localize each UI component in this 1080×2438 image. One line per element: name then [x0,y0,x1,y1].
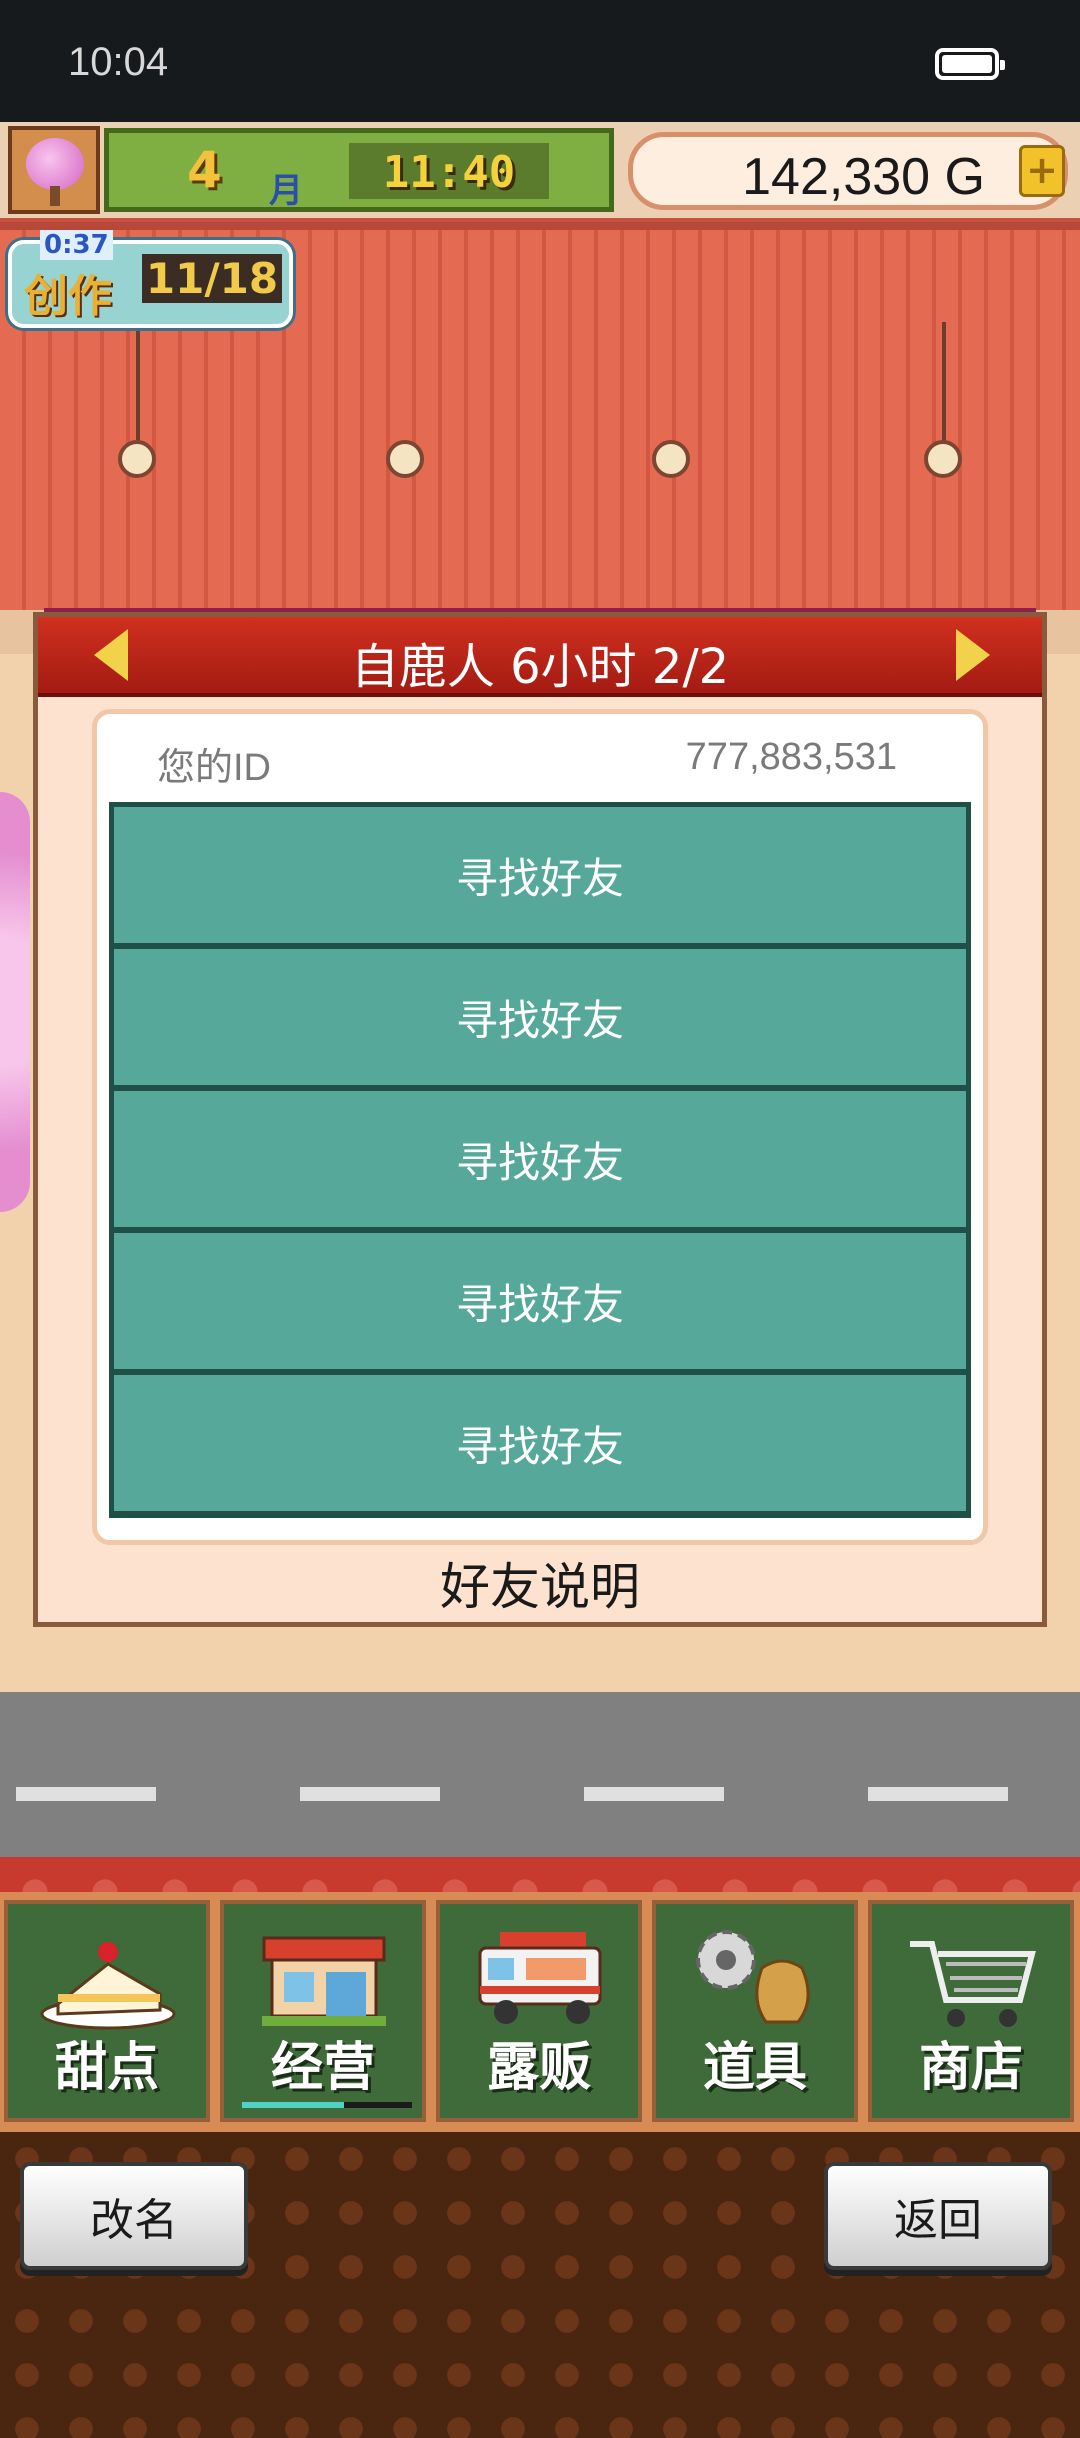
month-number: 4 [187,141,222,199]
date-panel: 4 月 11:40 [104,128,614,212]
friend-help-link[interactable]: 好友说明 [38,1547,1042,1619]
bottom-bar: 改名 返回 [0,2132,1080,2438]
dialog-title: 自鹿人 6小时 2/2 [350,639,730,695]
add-money-button[interactable]: + [1019,145,1065,197]
creation-badge[interactable]: 0:37 创作 11/18 [8,230,293,328]
next-arrow-icon[interactable] [956,629,990,681]
lamp-icon [118,440,156,478]
top-hud: 4 月 11:40 142,330 G + [0,122,1080,218]
battery-icon [935,48,1005,80]
cart-icon [910,1941,1036,2027]
shop-icon [262,1936,386,2026]
creation-label: 创作 [24,271,112,322]
tab-label: 道具 [702,2038,807,2098]
cherry-tree-icon[interactable] [8,126,100,214]
friend-dialog: 自鹿人 6小时 2/2 您的ID 777,883,531 寻找好友 寻找好友 寻… [33,612,1047,1627]
game-clock: 11:40 [349,143,549,199]
creation-timer: 0:37 [40,230,113,260]
friend-list: 寻找好友 寻找好友 寻找好友 寻找好友 寻找好友 [109,802,971,1518]
status-time: 10:04 [68,40,169,84]
status-bar: 10:04 [0,0,1080,122]
cherry-tree [0,792,30,1212]
find-friend-button[interactable]: 寻找好友 [114,1375,966,1511]
friend-panel: 您的ID 777,883,531 寻找好友 寻找好友 寻找好友 寻找好友 寻找好… [92,709,988,1545]
road [0,1692,1080,1857]
find-friend-button[interactable]: 寻找好友 [114,807,966,943]
back-button[interactable]: 返回 [824,2162,1052,2270]
money-amount: 142,330 G [742,148,985,206]
lamp-icon [924,440,962,478]
tab-label: 甜点 [54,2038,159,2098]
id-label: 您的ID [157,747,272,789]
tab-dessert[interactable]: 甜点 [4,1900,210,2122]
gear-bag-icon [696,1930,810,2024]
creation-count: 11/18 [142,254,282,303]
food-truck-icon [478,1932,602,2024]
dialog-header: 自鹿人 6小时 2/2 [38,617,1042,697]
cake-icon [40,1942,176,2030]
find-friend-button[interactable]: 寻找好友 [114,1233,966,1369]
money-panel: 142,330 G + [628,132,1068,210]
tab-food-truck[interactable]: 露贩 [436,1900,642,2122]
tab-label: 露贩 [486,2038,591,2098]
rename-button[interactable]: 改名 [20,2162,248,2270]
tab-store[interactable]: 商店 [868,1900,1074,2122]
tab-business[interactable]: 经营 [220,1900,426,2122]
find-friend-button[interactable]: 寻找好友 [114,1091,966,1227]
red-carpet [0,1857,1080,1892]
tab-label: 商店 [918,2038,1023,2098]
game-time: 11:40 [382,147,516,198]
lamp-icon [386,440,424,478]
id-value: 777,883,531 [685,736,897,778]
month-unit: 月 [269,171,303,211]
find-friend-button[interactable]: 寻找好友 [114,949,966,1085]
lamp-icon [652,440,690,478]
main-menu: 甜点 经营 露贩 道具 商店 [0,1892,1080,2132]
tab-label: 经营 [270,2038,375,2098]
active-indicator [242,2102,412,2108]
tab-items[interactable]: 道具 [652,1900,858,2122]
